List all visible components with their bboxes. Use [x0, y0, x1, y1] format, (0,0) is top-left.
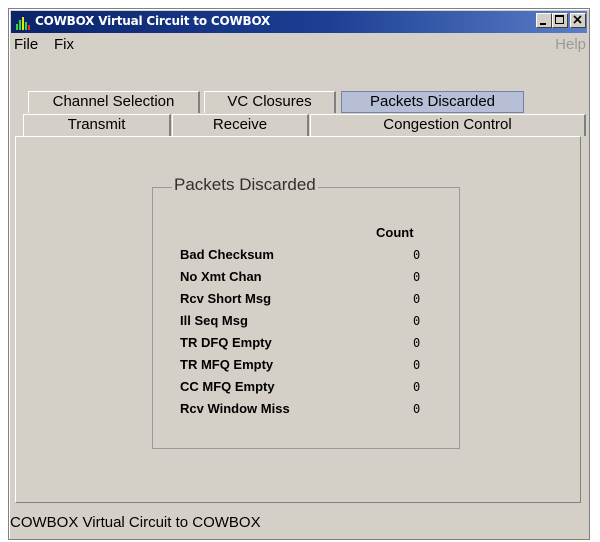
menu-help[interactable]: Help: [555, 36, 586, 53]
tab-vc-closures[interactable]: VC Closures: [204, 91, 336, 113]
tab-receive[interactable]: Receive: [172, 114, 309, 136]
row-label: CC MFQ Empty: [180, 379, 275, 394]
tab-channel-selection[interactable]: Channel Selection: [28, 91, 200, 113]
row-count: 0: [413, 402, 421, 416]
row-label: Rcv Short Msg: [180, 291, 272, 306]
row-count: 0: [413, 248, 421, 262]
tab-congestion-control[interactable]: Congestion Control: [310, 114, 586, 136]
row-label: TR DFQ Empty: [180, 335, 272, 350]
row-label: No Xmt Chan: [180, 269, 262, 284]
bar-chart-icon: [16, 17, 30, 30]
maximize-button[interactable]: [552, 13, 568, 28]
menu-fix[interactable]: Fix: [54, 36, 74, 53]
table-row: Rcv Window Miss 0: [0, 401, 600, 423]
row-count: 0: [413, 358, 421, 372]
row-count: 0: [413, 336, 421, 350]
row-label: Bad Checksum: [180, 247, 274, 262]
table-row: TR MFQ Empty 0: [0, 357, 600, 379]
minimize-button[interactable]: [536, 13, 552, 28]
minimize-icon: [540, 23, 546, 25]
tab-transmit[interactable]: Transmit: [23, 114, 171, 136]
table-row: No Xmt Chan 0: [0, 269, 600, 291]
status-bar: COWBOX Virtual Circuit to COWBOX: [10, 514, 261, 531]
count-column-header: Count: [376, 225, 414, 240]
row-count: 0: [413, 292, 421, 306]
close-icon: [573, 15, 582, 24]
close-button[interactable]: [570, 13, 586, 28]
table-row: Rcv Short Msg 0: [0, 291, 600, 313]
row-count: 0: [413, 380, 421, 394]
maximize-icon: [555, 15, 564, 24]
row-count: 0: [413, 270, 421, 284]
title-bar[interactable]: COWBOX Virtual Circuit to COWBOX: [11, 11, 587, 33]
table-row: TR DFQ Empty 0: [0, 335, 600, 357]
tab-packets-discarded[interactable]: Packets Discarded: [341, 91, 524, 113]
window-title: COWBOX Virtual Circuit to COWBOX: [35, 14, 271, 28]
menu-bar: File Fix Help: [10, 33, 590, 57]
group-title: Packets Discarded: [172, 175, 318, 195]
row-label: Rcv Window Miss: [180, 401, 290, 416]
table-row: CC MFQ Empty 0: [0, 379, 600, 401]
row-count: 0: [413, 314, 421, 328]
row-label: Ill Seq Msg: [180, 313, 248, 328]
table-row: Bad Checksum 0: [0, 247, 600, 269]
menu-file[interactable]: File: [14, 36, 38, 53]
row-label: TR MFQ Empty: [180, 357, 274, 372]
table-row: Ill Seq Msg 0: [0, 313, 600, 335]
